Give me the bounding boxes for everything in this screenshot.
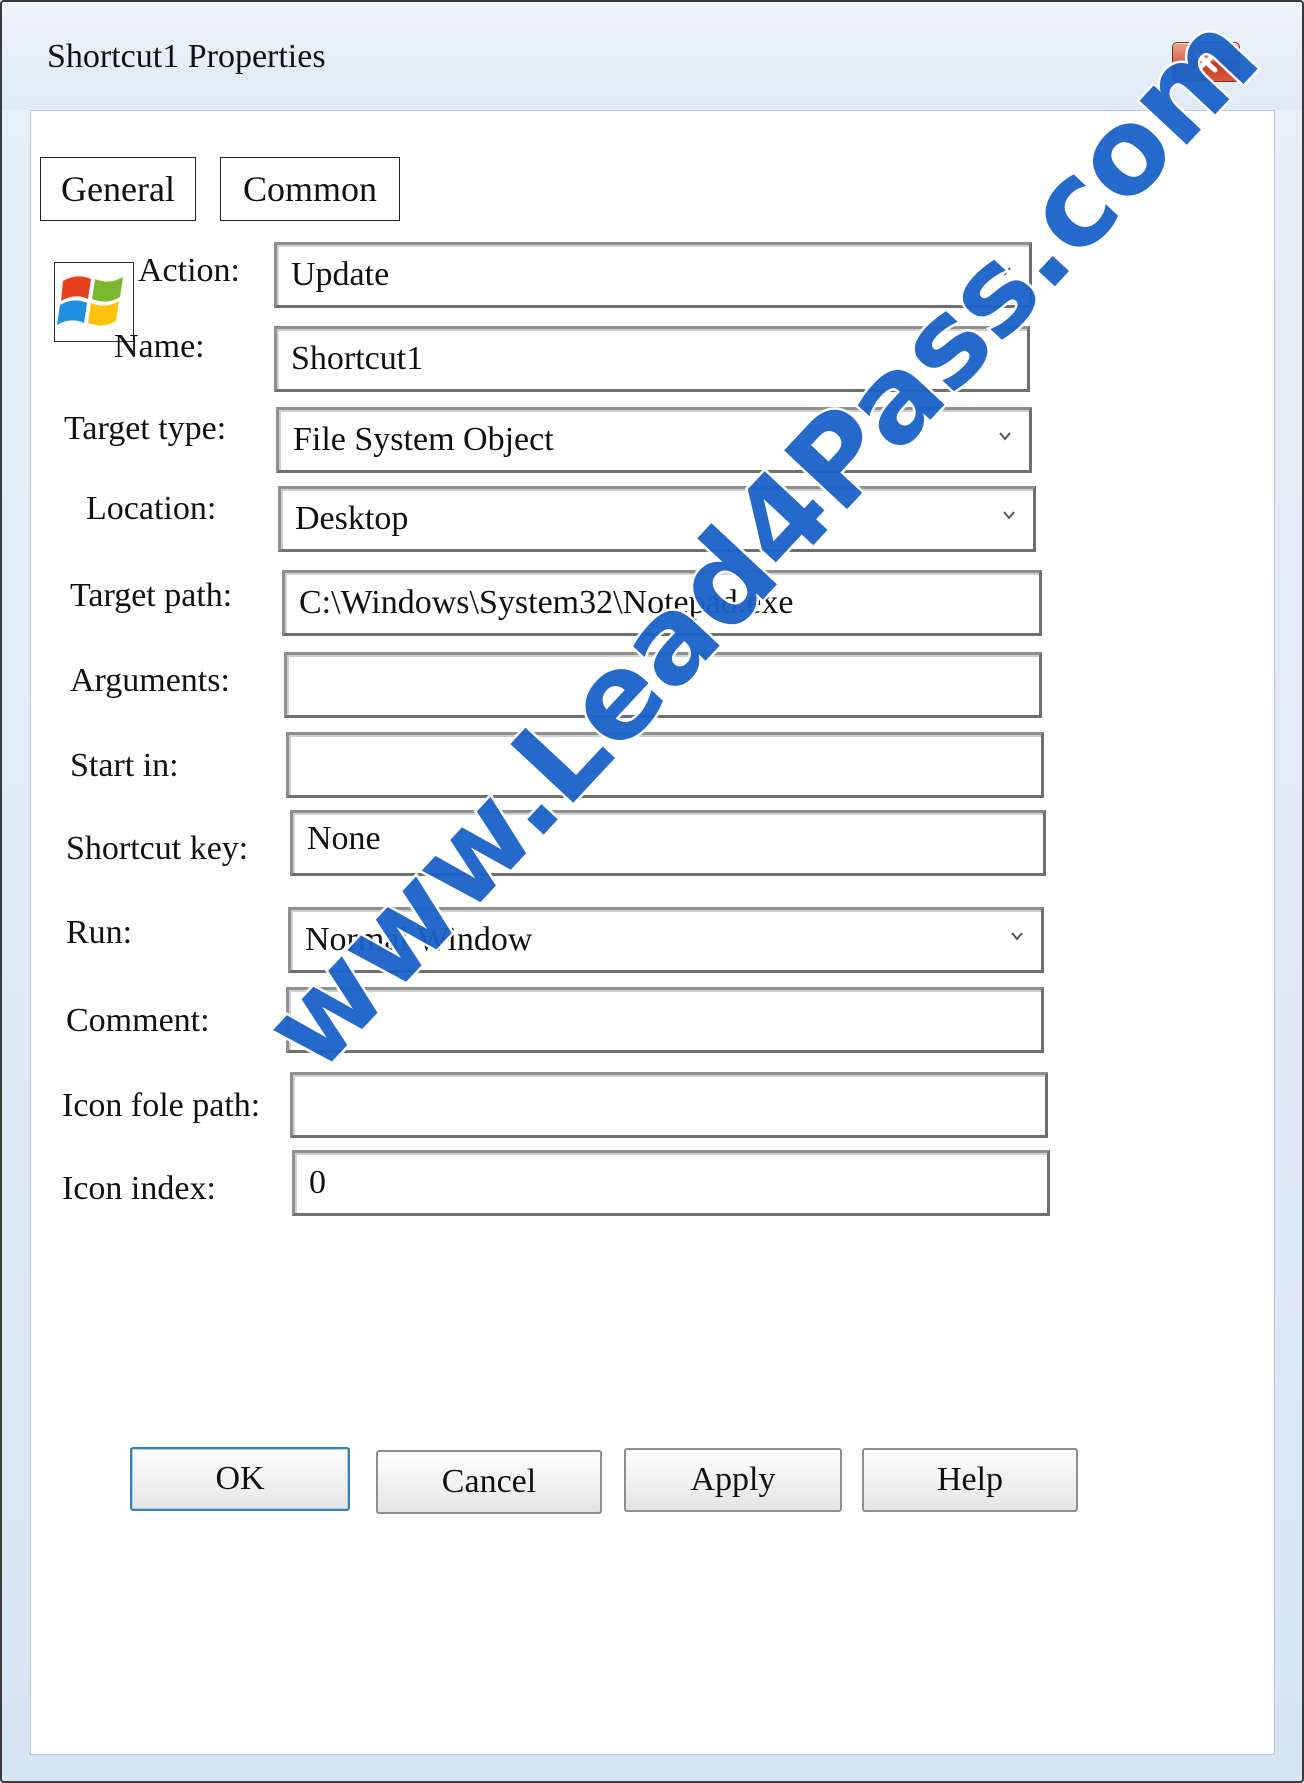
- target-type-label: Target type:: [64, 410, 227, 447]
- chevron-down-icon: [1003, 511, 1015, 520]
- target-path-value: C:\Windows\System32\Notepad.exe: [299, 584, 794, 621]
- arguments-field[interactable]: [284, 652, 1042, 718]
- start-in-label: Start in:: [70, 747, 179, 784]
- start-in-field[interactable]: [286, 732, 1044, 798]
- icon-index-label: Icon index:: [62, 1170, 216, 1207]
- chevron-down-icon: [1011, 932, 1023, 941]
- shortcut-key-field[interactable]: None: [290, 810, 1046, 876]
- name-label: Name:: [114, 328, 205, 365]
- name-field[interactable]: Shortcut1: [274, 326, 1030, 392]
- shortcut-key-label: Shortcut key:: [66, 830, 249, 867]
- location-dropdown[interactable]: Desktop: [278, 486, 1036, 552]
- arguments-label: Arguments:: [70, 662, 230, 699]
- shortcut-key-value: None: [307, 820, 381, 857]
- tab-general[interactable]: General: [40, 157, 196, 221]
- cancel-button[interactable]: Cancel: [376, 1450, 602, 1514]
- run-label: Run:: [66, 914, 133, 951]
- window-title: Shortcut1 Properties: [47, 38, 326, 75]
- location-value: Desktop: [295, 500, 409, 537]
- target-path-label: Target path:: [70, 577, 233, 614]
- icon-file-path-label: Icon fole path:: [62, 1087, 261, 1124]
- run-dropdown[interactable]: Normal Window: [288, 907, 1044, 973]
- target-type-dropdown[interactable]: File System Object: [276, 407, 1032, 473]
- target-type-value: File System Object: [293, 421, 554, 458]
- run-value: Normal Window: [305, 921, 533, 958]
- action-value: Update: [291, 256, 390, 293]
- icon-index-field[interactable]: 0: [292, 1150, 1050, 1216]
- action-label: Action:: [138, 252, 240, 289]
- help-button[interactable]: Help: [862, 1448, 1078, 1512]
- title-bar[interactable]: Shortcut1 Properties: [2, 2, 1302, 110]
- comment-label: Comment:: [66, 1002, 210, 1039]
- target-path-field[interactable]: C:\Windows\System32\Notepad.exe: [282, 570, 1042, 636]
- action-dropdown[interactable]: Update: [274, 242, 1032, 308]
- chevron-down-icon: [999, 267, 1011, 276]
- tab-common[interactable]: Common: [220, 157, 400, 221]
- close-x-icon: [1194, 51, 1218, 73]
- apply-button[interactable]: Apply: [624, 1448, 842, 1512]
- comment-field[interactable]: [286, 987, 1044, 1053]
- icon-index-value: 0: [309, 1164, 326, 1201]
- name-value: Shortcut1: [291, 340, 424, 377]
- icon-file-path-field[interactable]: [290, 1072, 1048, 1138]
- ok-button[interactable]: OK: [130, 1447, 350, 1511]
- chevron-down-icon: [999, 432, 1011, 441]
- location-label: Location:: [86, 490, 217, 527]
- close-button[interactable]: [1172, 42, 1240, 82]
- properties-dialog: Shortcut1 Properties General Common Acti…: [0, 0, 1304, 1783]
